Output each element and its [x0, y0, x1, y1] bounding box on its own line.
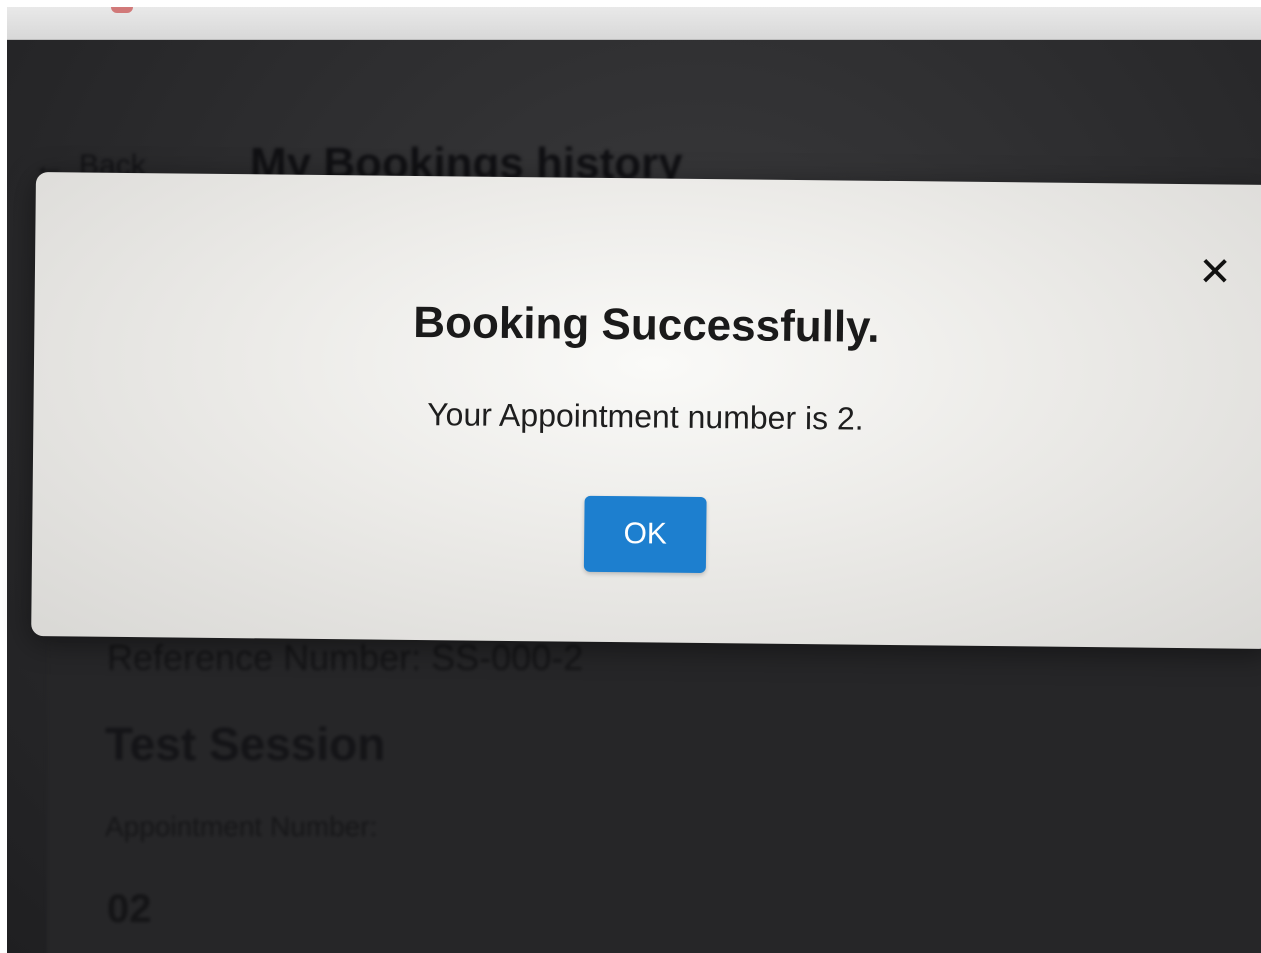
reference-number: Reference Number: SS-000-2 — [107, 637, 584, 678]
appointment-number-value: 02 — [107, 887, 152, 931]
appointment-number-label: Appointment Number: — [105, 811, 378, 842]
dialog-title-text: Booking Successfully. — [413, 297, 880, 352]
booking-success-dialog: ✕ Booking Successfully. Your Appointment… — [31, 172, 1261, 649]
ok-button[interactable]: OK — [583, 495, 707, 574]
close-icon[interactable]: ✕ — [1195, 250, 1235, 294]
dialog-title: Booking Successfully. — [34, 294, 1261, 357]
browser-bar — [7, 7, 1261, 40]
dialog-message-text: Your Appointment number is 2. — [427, 396, 864, 437]
browser-tab-indicator — [111, 7, 133, 13]
dialog-message: Your Appointment number is 2. — [33, 392, 1261, 442]
session-title: Test Session — [105, 718, 386, 770]
booking-card — [47, 639, 1261, 953]
